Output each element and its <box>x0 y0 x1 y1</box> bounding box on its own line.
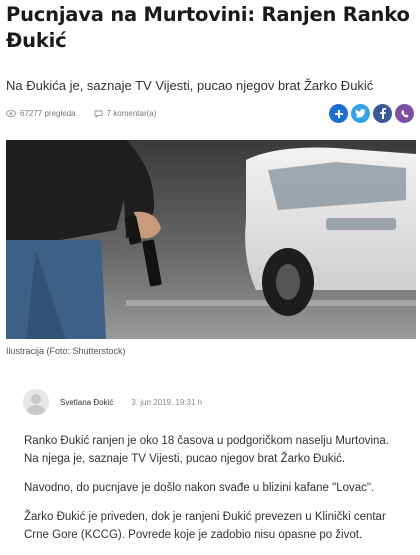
comments-link[interactable]: 7 komentar(a) <box>107 109 157 118</box>
facebook-icon <box>379 108 386 119</box>
author-info: Svetlana Đokić 3. jun 2019, 19:31 h <box>23 389 202 415</box>
share-buttons <box>329 104 414 123</box>
share-twitter-button[interactable] <box>351 104 370 123</box>
publish-date: 3. jun 2019, 19:31 h <box>131 397 203 407</box>
article-meta: 67277 pregleda 7 komentar(a) <box>6 109 156 118</box>
article-photo <box>6 140 416 339</box>
article-title: Pucnjava na Murtovini: Ranjen Ranko Đuki… <box>6 3 410 52</box>
paragraph: Ranko Đukić ranjen je oko 18 časova u po… <box>24 435 390 465</box>
article-lead: Na Đukića je, saznaje TV Vijesti, pucao … <box>6 78 374 93</box>
plus-icon <box>334 109 343 118</box>
views-count: 67277 pregleda <box>20 109 76 118</box>
twitter-icon <box>355 109 366 118</box>
viber-icon <box>400 109 408 118</box>
share-facebook-button[interactable] <box>373 104 392 123</box>
share-more-button[interactable] <box>329 104 348 123</box>
comment-icon[interactable] <box>94 110 103 118</box>
avatar <box>23 389 49 415</box>
article-body: Ranko Đukić ranjen je oko 18 časova u po… <box>24 432 404 555</box>
paragraph: Navodno, do pucnjave je došlo nakon svađ… <box>24 482 375 494</box>
paragraph: Žarko Đukić je priveden, dok je ranjeni … <box>24 511 386 541</box>
photo-caption: Ilustracija (Foto: Shutterstock) <box>6 346 126 356</box>
eye-icon <box>6 110 16 117</box>
share-viber-button[interactable] <box>395 104 414 123</box>
article-page: Pucnjava na Murtovini: Ranjen Ranko Đuki… <box>0 0 420 550</box>
author-name[interactable]: Svetlana Đokić <box>60 398 113 407</box>
